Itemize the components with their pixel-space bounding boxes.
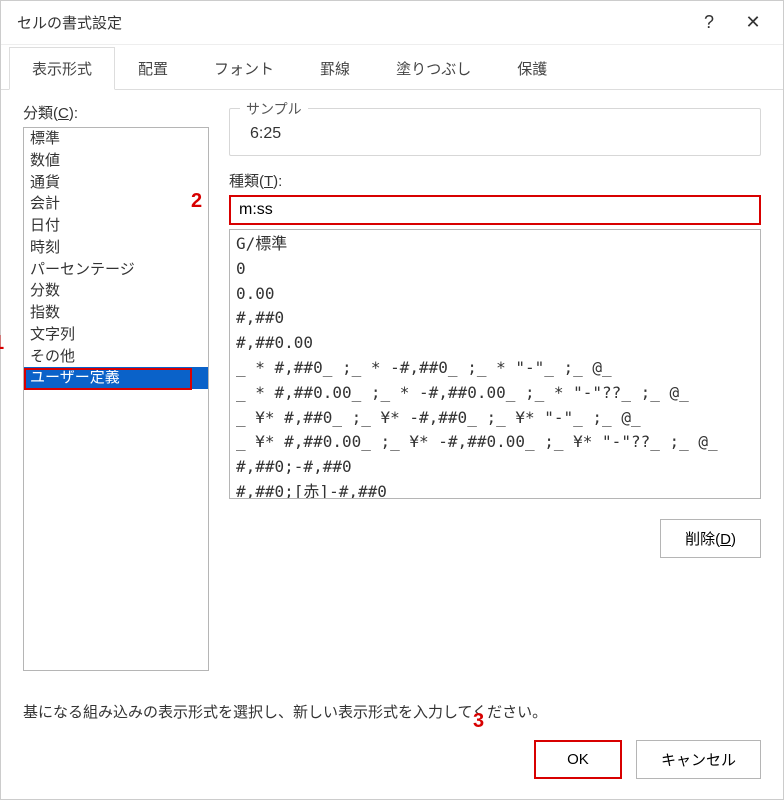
category-item[interactable]: 指数 [24, 302, 208, 324]
tab-border[interactable]: 罫線 [297, 47, 373, 90]
help-icon[interactable]: ? [687, 3, 731, 43]
format-item[interactable]: #,##0;[赤]-#,##0 [236, 480, 754, 499]
format-item[interactable]: _ * #,##0.00_ ;_ * -#,##0.00_ ;_ * "-"??… [236, 381, 754, 406]
tab-strip: 表示形式 配置 フォント 罫線 塗りつぶし 保護 [1, 45, 783, 90]
category-item[interactable]: 分数 [24, 280, 208, 302]
format-item[interactable]: 0 [236, 257, 754, 282]
category-item[interactable]: 通貨 [24, 172, 208, 194]
sample-box: サンプル 6:25 [229, 108, 761, 156]
dialog-title: セルの書式設定 [17, 12, 687, 33]
category-label: 分類(C): [23, 102, 209, 123]
category-item[interactable]: その他 [24, 346, 208, 368]
category-item[interactable]: 会計 [24, 193, 208, 215]
tab-fill[interactable]: 塗りつぶし [373, 47, 494, 90]
titlebar: セルの書式設定 ? ✕ [1, 1, 783, 45]
category-item[interactable]: 数値 [24, 150, 208, 172]
format-listbox[interactable]: G/標準00.00#,##0#,##0.00_ * #,##0_ ;_ * -#… [229, 229, 761, 499]
category-item[interactable]: 日付 [24, 215, 208, 237]
close-icon[interactable]: ✕ [731, 3, 775, 43]
hint-text: 基になる組み込みの表示形式を選択し、新しい表示形式を入力してください。 [23, 701, 761, 722]
sample-value: 6:25 [244, 125, 746, 143]
tab-number-format[interactable]: 表示形式 [9, 47, 115, 90]
tab-alignment[interactable]: 配置 [115, 47, 191, 90]
tab-font[interactable]: フォント [191, 47, 297, 90]
type-label: 種類(T): [229, 170, 282, 191]
tab-protection[interactable]: 保護 [494, 47, 570, 90]
format-item[interactable]: 0.00 [236, 282, 754, 307]
format-item[interactable]: _ * #,##0_ ;_ * -#,##0_ ;_ * "-"_ ;_ @_ [236, 356, 754, 381]
format-item[interactable]: #,##0;-#,##0 [236, 455, 754, 480]
category-item[interactable]: 標準 [24, 128, 208, 150]
delete-button[interactable]: 削除(D) [660, 519, 761, 558]
dialog-footer: 3 OK キャンセル [1, 730, 783, 799]
format-item[interactable]: _ ¥* #,##0_ ;_ ¥* -#,##0_ ;_ ¥* "-"_ ;_ … [236, 406, 754, 431]
format-item[interactable]: #,##0 [236, 306, 754, 331]
category-item[interactable]: ユーザー定義 [24, 367, 208, 389]
type-input[interactable] [229, 195, 761, 225]
format-item[interactable]: _ ¥* #,##0.00_ ;_ ¥* -#,##0.00_ ;_ ¥* "-… [236, 430, 754, 455]
dialog-body: 分類(C): 標準数値通貨会計日付時刻パーセンテージ分数指数文字列その他ユーザー… [1, 90, 783, 730]
sample-legend: サンプル [240, 99, 308, 119]
ok-button[interactable]: OK [534, 740, 622, 779]
category-item[interactable]: 文字列 [24, 324, 208, 346]
category-item[interactable]: 時刻 [24, 237, 208, 259]
format-cells-dialog: セルの書式設定 ? ✕ 表示形式 配置 フォント 罫線 塗りつぶし 保護 分類(… [0, 0, 784, 800]
cancel-button[interactable]: キャンセル [636, 740, 761, 779]
format-item[interactable]: G/標準 [236, 232, 754, 257]
category-item[interactable]: パーセンテージ [24, 259, 208, 281]
category-listbox[interactable]: 標準数値通貨会計日付時刻パーセンテージ分数指数文字列その他ユーザー定義 [23, 127, 209, 671]
annotation-1: 1 [0, 332, 4, 355]
format-item[interactable]: #,##0.00 [236, 331, 754, 356]
